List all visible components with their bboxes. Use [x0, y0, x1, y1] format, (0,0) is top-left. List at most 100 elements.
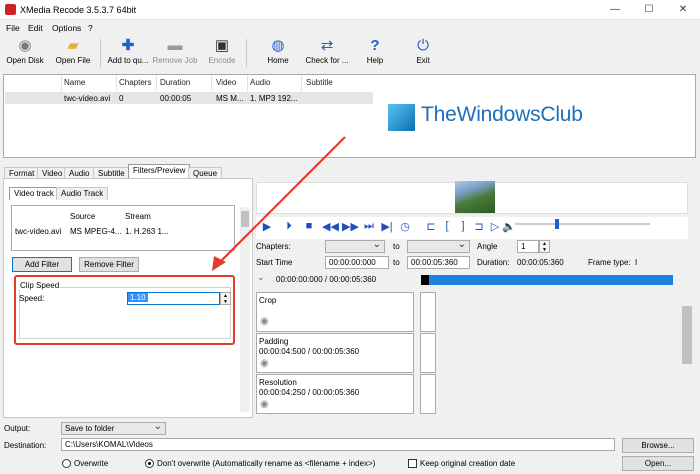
cell-video: MS M...	[216, 94, 244, 103]
menu-file[interactable]: File	[6, 23, 20, 33]
window-title: XMedia Recode 3.5.3.7 64bit	[20, 5, 137, 15]
eye-icon[interactable]: ◉	[260, 358, 269, 369]
speed-input[interactable]: 1.10	[127, 292, 220, 305]
scrollbar-thumb[interactable]	[682, 306, 692, 364]
bracket-close-icon[interactable]: ]	[456, 220, 470, 232]
close-button[interactable]: ✕	[666, 0, 700, 20]
column-header-audio[interactable]: Audio	[250, 78, 270, 87]
column-header-name[interactable]: Name	[64, 78, 85, 87]
mark-in-icon[interactable]: ⊏	[424, 220, 438, 233]
maximize-button[interactable]: ☐	[632, 0, 666, 20]
column-separator	[211, 75, 212, 91]
filter-name: Resolution	[259, 378, 297, 387]
help-icon: ?	[370, 37, 380, 54]
volume-icon[interactable]: 🔈	[502, 220, 516, 233]
help-button[interactable]: ? Help	[362, 35, 388, 71]
end-time-input[interactable]: 00:00:05:360	[407, 256, 470, 269]
right-scrollbar[interactable]	[680, 262, 694, 417]
filter-name: Crop	[259, 296, 277, 305]
home-button[interactable]: ◍ Home	[262, 35, 294, 71]
eye-icon[interactable]: ◉	[260, 399, 269, 410]
remove-filter-button[interactable]: Remove Filter	[79, 257, 139, 272]
scrollbar-thumb[interactable]	[241, 211, 249, 227]
tab-video-track[interactable]: Video track	[9, 187, 59, 200]
start-time-input[interactable]: 00:00:00:000	[325, 256, 389, 269]
destination-input[interactable]: C:\Users\KOMAL\Videos	[61, 438, 615, 451]
clock-icon[interactable]: ◷	[398, 220, 412, 233]
open-button[interactable]: Open...	[622, 456, 694, 471]
filter-item-padding[interactable]: Padding 00:00:04:500 / 00:00:05:360 ◉	[256, 333, 414, 373]
column-separator	[301, 75, 302, 91]
angle-input[interactable]: 1	[517, 240, 539, 253]
watermark-text: TheWindowsClub	[421, 103, 583, 126]
open-file-button[interactable]: ▰ Open File	[53, 35, 93, 71]
cell-audio: 1. MP3 192...	[250, 94, 298, 103]
fast-forward-icon[interactable]: ▶▶	[342, 220, 359, 233]
disc-icon: ◉	[18, 37, 32, 54]
open-disk-button[interactable]: ◉ Open Disk	[4, 35, 46, 71]
filter-timeline-crop	[420, 292, 436, 332]
play-icon[interactable]: ▶	[260, 220, 274, 233]
column-separator	[247, 75, 248, 91]
rewind-icon[interactable]: ◀◀	[322, 220, 339, 233]
output-select[interactable]: Save to folder	[61, 421, 166, 435]
column-header-duration[interactable]: Duration	[160, 78, 190, 87]
volume-slider-thumb[interactable]	[555, 219, 559, 229]
volume-slider[interactable]	[515, 219, 650, 229]
speed-value: 1.10	[128, 293, 148, 302]
collapse-chevron-icon[interactable]: ⌄	[257, 272, 265, 283]
goto-end-icon[interactable]: ▶|	[380, 220, 394, 233]
timeline-marker[interactable]	[421, 275, 429, 285]
minimize-button[interactable]: —	[598, 0, 632, 20]
chapter-start-select[interactable]	[325, 239, 385, 253]
toolbar: ◉ Open Disk ▰ Open File ✚ Add to qu... ▬ Rem…	[0, 35, 700, 71]
eye-icon[interactable]: ◉	[260, 316, 269, 327]
filter-item-resolution[interactable]: Resolution 00:00:04:250 / 00:00:05:360 ◉	[256, 374, 414, 414]
dont-overwrite-radio[interactable]	[145, 459, 154, 468]
stop-icon[interactable]: ■	[302, 220, 316, 232]
mark-out-icon[interactable]: ⊐	[472, 220, 486, 233]
speed-stepper[interactable]: ▲ ▼	[220, 292, 231, 305]
dont-overwrite-label: Don't overwrite (Automatically rename as…	[157, 459, 376, 468]
tab-audio-track[interactable]: Audio Track	[56, 187, 109, 200]
add-filter-button[interactable]: Add Filter	[12, 257, 72, 272]
filter-timeline-resolution	[420, 374, 436, 414]
menu-options[interactable]: Options	[52, 23, 81, 33]
toolbar-separator	[246, 39, 247, 67]
column-header-chapters[interactable]: Chapters	[119, 78, 151, 87]
timeline-bar[interactable]	[421, 275, 673, 285]
column-header-video[interactable]: Video	[216, 78, 236, 87]
menu-edit[interactable]: Edit	[28, 23, 43, 33]
playback-controls: ▶ ⏵ ■ ◀◀ ▶▶ ⏭ ▶| ◷ ⊏ [ ] ⊐ ▷ 🔈	[256, 217, 688, 239]
folder-icon: ▰	[67, 37, 79, 54]
browse-button[interactable]: Browse...	[622, 438, 694, 453]
cell-chapters: 0	[119, 94, 124, 103]
menu-help[interactable]: ?	[88, 23, 93, 33]
column-header-source[interactable]: Source	[70, 212, 95, 221]
column-header-subtitle[interactable]: Subtitle	[306, 78, 333, 87]
remove-job-button[interactable]: ▬ Remove Job	[152, 35, 198, 71]
output-label: Output:	[4, 424, 31, 433]
menu-bar: File Edit Options ?	[0, 21, 700, 35]
keep-date-checkbox[interactable]	[408, 459, 417, 468]
app-icon	[5, 4, 16, 15]
left-scrollbar[interactable]	[240, 207, 250, 412]
filter-item-crop[interactable]: Crop ◉	[256, 292, 414, 332]
next-frame-icon[interactable]: ⏵	[282, 220, 296, 233]
check-for-updates-button[interactable]: ⇄ Check for ...	[302, 35, 352, 71]
column-separator	[61, 75, 62, 91]
column-header-stream[interactable]: Stream	[125, 212, 151, 221]
angle-stepper[interactable]: ▲ ▼	[539, 240, 550, 253]
add-to-queue-button[interactable]: ✚ Add to qu...	[104, 35, 152, 71]
bracket-open-icon[interactable]: [	[440, 220, 454, 232]
to-label: to	[393, 242, 400, 251]
step-forward-icon[interactable]: ⏭	[362, 220, 376, 233]
encode-icon: ▣	[214, 37, 230, 54]
play-selection-icon[interactable]: ▷	[488, 220, 502, 233]
chapter-end-select[interactable]	[407, 239, 470, 253]
overwrite-radio[interactable]	[62, 459, 71, 468]
encode-button[interactable]: ▣ Encode	[204, 35, 240, 71]
stream-list[interactable]: Source Stream twc-video.avi MS MPEG-4...…	[11, 205, 235, 251]
range-readout: 00:00:00:000 / 00:00:05:360	[276, 275, 377, 284]
exit-button[interactable]: ⏻ Exit	[410, 35, 436, 71]
